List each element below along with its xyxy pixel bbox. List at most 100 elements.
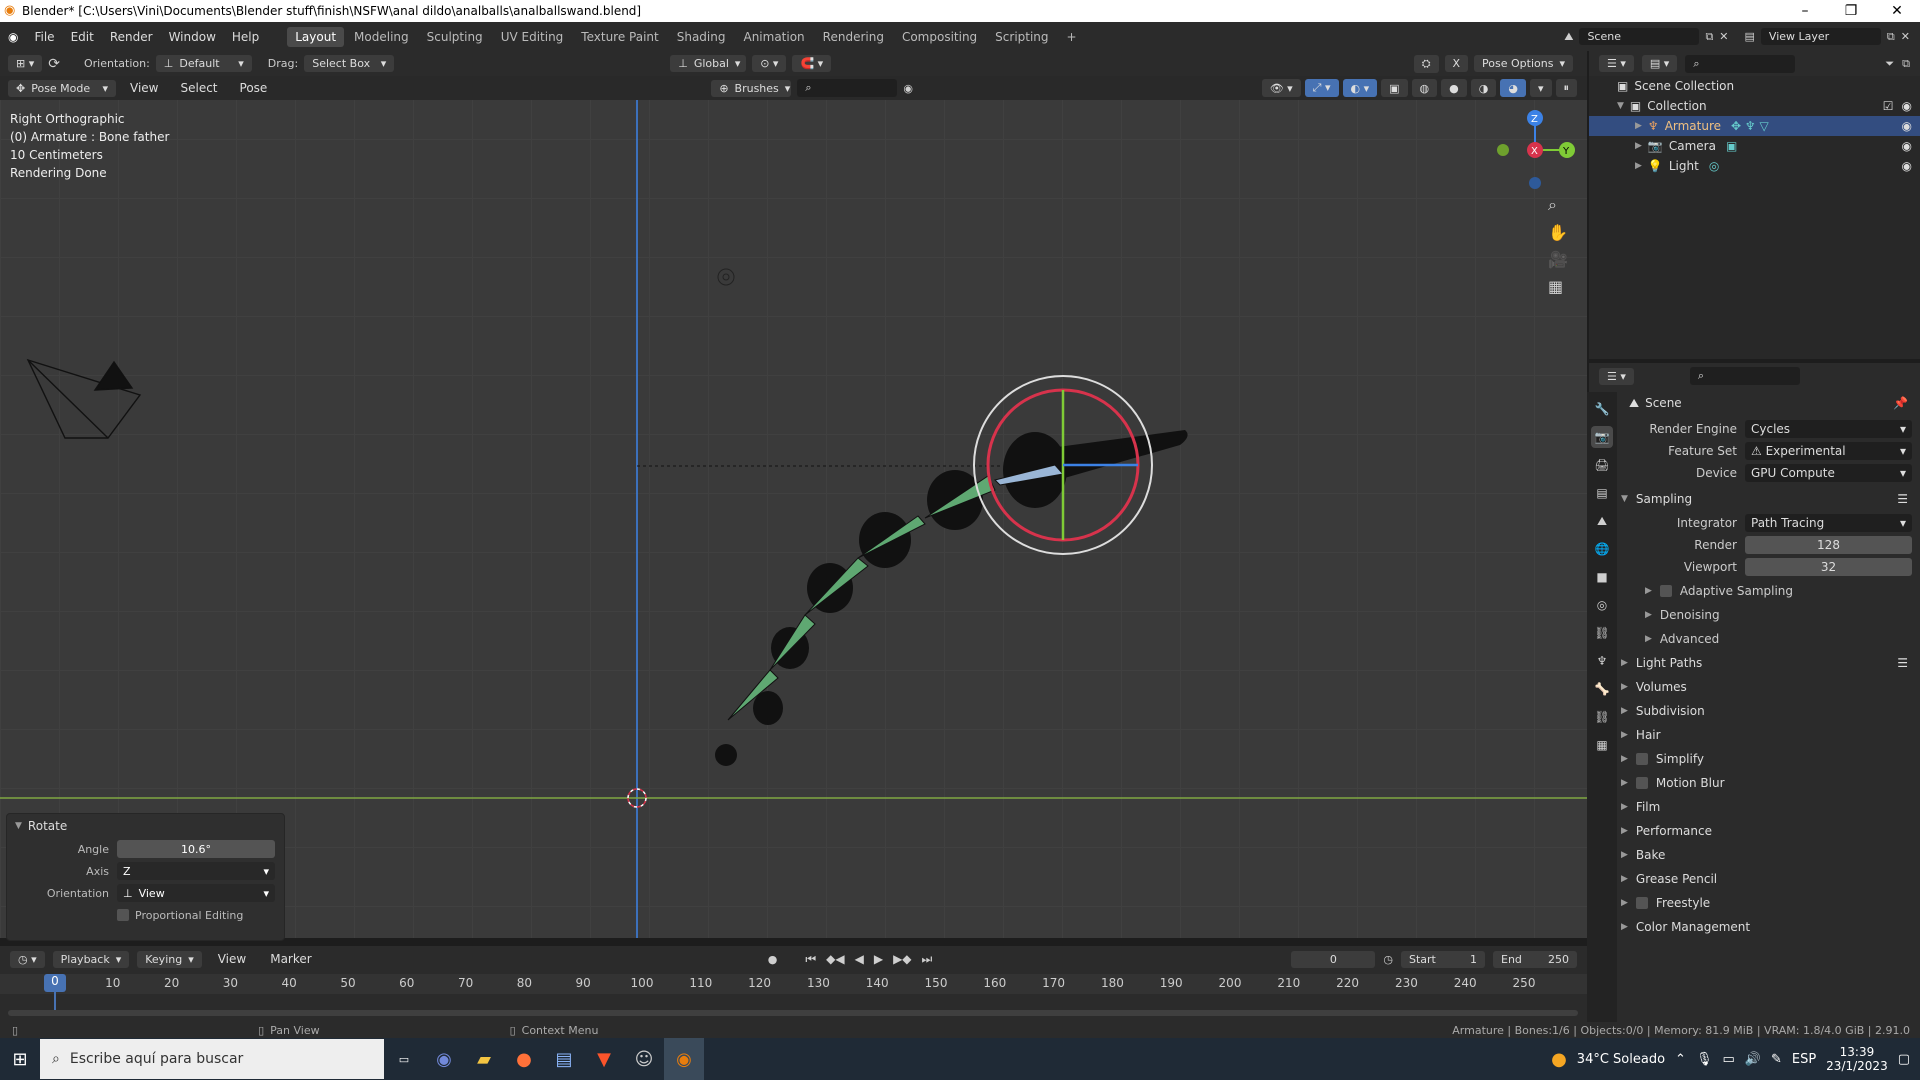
- texture-tab-icon[interactable]: ▦: [1591, 734, 1613, 756]
- expand-icon[interactable]: ▶: [1635, 121, 1642, 131]
- brushes-dropdown[interactable]: ⊕ Brushes ▾: [711, 79, 792, 97]
- render-samples-field[interactable]: 128: [1745, 536, 1912, 554]
- expand-icon[interactable]: ▶: [1621, 874, 1628, 884]
- expand-icon[interactable]: ▶: [1621, 922, 1628, 932]
- add-workspace-button[interactable]: +: [1059, 27, 1085, 47]
- notifications-icon[interactable]: ▢: [1898, 1052, 1910, 1067]
- pose-options-dropdown[interactable]: Pose Options ▾: [1474, 55, 1573, 72]
- volumes-section[interactable]: ▶ Volumes: [1621, 675, 1920, 699]
- gizmo-options-icon[interactable]: ⛭: [1413, 54, 1439, 73]
- tool-icon[interactable]: ⟳: [48, 56, 60, 72]
- shading-options-icon[interactable]: ▾: [1529, 79, 1552, 97]
- x-mirror-toggle[interactable]: X: [1444, 55, 1469, 72]
- microphone-icon[interactable]: 🎙: [1696, 1052, 1713, 1067]
- blender-menu-icon[interactable]: ◉: [0, 30, 26, 44]
- new-scene-icon[interactable]: ⧉: [1705, 30, 1713, 44]
- menu-render[interactable]: Render: [102, 30, 161, 44]
- transform-orientation-dropdown[interactable]: ⊥ Global ▾: [670, 55, 747, 72]
- denoising-section[interactable]: ▶ Denoising: [1621, 603, 1920, 627]
- scene-tab-icon[interactable]: ⛰: [1591, 510, 1613, 532]
- color-management-section[interactable]: ▶ Color Management: [1621, 915, 1920, 939]
- adaptive-sampling-checkbox[interactable]: [1659, 585, 1672, 597]
- hair-section[interactable]: ▶ Hair: [1621, 723, 1920, 747]
- presets-list-icon[interactable]: ☰: [1897, 656, 1908, 670]
- mode-dropdown[interactable]: ✥ Pose Mode ▾: [8, 79, 116, 97]
- render-tab-icon[interactable]: 📷: [1591, 426, 1613, 448]
- eye-icon[interactable]: ◉: [1902, 159, 1912, 173]
- expand-icon[interactable]: ▶: [1621, 802, 1628, 812]
- physics-tab-icon[interactable]: ◎: [1591, 594, 1613, 616]
- outliner-search[interactable]: ⌕: [1685, 54, 1796, 73]
- notepad-icon[interactable]: ▤: [544, 1038, 584, 1080]
- gizmo-toggle[interactable]: ⤢ ▾: [1304, 79, 1339, 97]
- network-icon[interactable]: ▭: [1722, 1052, 1734, 1067]
- current-frame-field[interactable]: 0: [1291, 950, 1376, 968]
- current-frame-indicator[interactable]: 0: [44, 974, 66, 992]
- bone-tab-icon[interactable]: 🦴: [1591, 678, 1613, 700]
- menu-edit[interactable]: Edit: [63, 30, 102, 44]
- viewport-samples-field[interactable]: 32: [1745, 558, 1912, 576]
- motion-blur-checkbox[interactable]: [1635, 777, 1648, 789]
- expand-icon[interactable]: ▶: [1635, 141, 1642, 151]
- integrator-dropdown[interactable]: Path Tracing ▾: [1745, 514, 1912, 532]
- advanced-section[interactable]: ▶ Advanced: [1621, 627, 1920, 651]
- playback-menu[interactable]: Playback ▾: [52, 950, 130, 968]
- next-keyframe-icon[interactable]: ▶◆: [893, 952, 911, 967]
- play-reverse-icon[interactable]: ◀: [855, 952, 864, 967]
- delete-scene-icon[interactable]: ✕: [1719, 30, 1728, 43]
- display-mode-icon[interactable]: ▤ ▾: [1641, 55, 1678, 72]
- simplify-checkbox[interactable]: [1635, 753, 1648, 765]
- eye-icon[interactable]: ◉: [1902, 99, 1912, 113]
- presets-list-icon[interactable]: ☰: [1897, 492, 1908, 506]
- tab-animation[interactable]: Animation: [735, 27, 812, 47]
- outliner-scene-collection[interactable]: ▣ Scene Collection: [1589, 76, 1920, 96]
- collapse-icon[interactable]: ▼: [1621, 494, 1628, 504]
- brush-search[interactable]: ⌕: [797, 79, 898, 97]
- proportional-editing-checkbox[interactable]: [117, 909, 129, 921]
- brave-icon[interactable]: ▼: [584, 1038, 624, 1080]
- marker-menu[interactable]: Marker: [262, 952, 319, 966]
- solid-shading-button[interactable]: ●: [1441, 79, 1467, 97]
- expand-icon[interactable]: ▶: [1621, 730, 1628, 740]
- subdivision-section[interactable]: ▶ Subdivision: [1621, 699, 1920, 723]
- visibility-toggle[interactable]: 👁 ▾: [1261, 79, 1301, 97]
- material-shading-button[interactable]: ◑: [1470, 79, 1497, 97]
- expand-icon[interactable]: ▶: [1621, 754, 1628, 764]
- prev-keyframe-icon[interactable]: ◆◀: [826, 952, 844, 967]
- checkbox-icon[interactable]: ☑: [1883, 99, 1894, 113]
- app-icon[interactable]: ☺: [624, 1038, 664, 1080]
- start-frame-field[interactable]: Start 1: [1401, 950, 1485, 968]
- expand-icon[interactable]: ▶: [1645, 586, 1652, 596]
- bone-constraints-tab-icon[interactable]: ⛓: [1591, 706, 1613, 728]
- scene-selector[interactable]: Scene: [1579, 28, 1700, 45]
- outliner-item-light[interactable]: ▶ 💡 Light ◎ ◉: [1589, 156, 1920, 176]
- editor-type-icon[interactable]: ⊞ ▾: [8, 55, 43, 72]
- orientation-dropdown[interactable]: ⊥ Default ▾: [155, 55, 252, 72]
- jump-end-icon[interactable]: ⏭: [922, 952, 933, 967]
- pause-render-button[interactable]: ⏸: [1555, 79, 1577, 97]
- expand-icon[interactable]: ▶: [1621, 778, 1628, 788]
- maximize-button[interactable]: ❐: [1828, 3, 1874, 19]
- expand-icon[interactable]: ▶: [1621, 682, 1628, 692]
- expand-icon[interactable]: ▶: [1635, 161, 1642, 171]
- freestyle-checkbox[interactable]: [1635, 897, 1648, 909]
- freestyle-section[interactable]: ▶ Freestyle: [1621, 891, 1920, 915]
- tab-shading[interactable]: Shading: [669, 27, 734, 47]
- light-paths-section[interactable]: ▶ Light Paths ☰: [1621, 651, 1920, 675]
- overlay-toggle[interactable]: ◐ ▾: [1342, 79, 1378, 97]
- snap-toggle[interactable]: 🧲 ▾: [792, 55, 832, 72]
- timeline-editor-type-icon[interactable]: ◷ ▾: [10, 950, 45, 968]
- keying-menu[interactable]: Keying ▾: [137, 950, 202, 968]
- object-tab-icon[interactable]: ■: [1591, 566, 1613, 588]
- adaptive-sampling-section[interactable]: ▶ Adaptive Sampling: [1621, 579, 1920, 603]
- constraints-tab-icon[interactable]: ⛓: [1591, 622, 1613, 644]
- pivot-dropdown[interactable]: ⊙ ▾: [752, 55, 787, 72]
- close-button[interactable]: ✕: [1874, 3, 1920, 19]
- tab-layout[interactable]: Layout: [287, 26, 345, 47]
- outliner-collection[interactable]: ▼ ▣ Collection ☑ ◉: [1589, 96, 1920, 116]
- axis-dropdown[interactable]: Z ▾: [117, 862, 275, 880]
- blender-taskbar-icon[interactable]: ◉: [664, 1038, 704, 1080]
- expand-icon[interactable]: ▶: [1621, 898, 1628, 908]
- angle-field[interactable]: 10.6°: [117, 840, 275, 858]
- tool-tab-icon[interactable]: 🔧: [1591, 398, 1613, 420]
